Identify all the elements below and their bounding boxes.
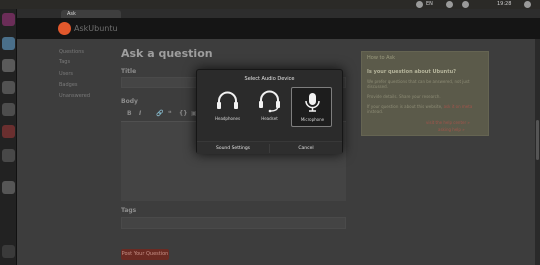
- help-center-link[interactable]: visit the help center »: [426, 120, 470, 125]
- site-logo-text[interactable]: AskUbuntu: [74, 23, 118, 34]
- help-paragraph: If your question is about this website, …: [367, 104, 482, 114]
- browser-icon[interactable]: [2, 59, 15, 72]
- headphones-option[interactable]: Headphones: [207, 87, 248, 127]
- office-icon[interactable]: [2, 81, 15, 94]
- power-icon[interactable]: [524, 1, 531, 8]
- settings-icon[interactable]: [2, 181, 15, 194]
- browser-tab[interactable]: Ask: [61, 10, 121, 18]
- italic-button[interactable]: I: [139, 109, 141, 118]
- microphone-label: Microphone: [300, 117, 325, 122]
- nav-badges[interactable]: Badges: [59, 82, 78, 89]
- mail-icon[interactable]: [462, 1, 469, 8]
- microphone-option[interactable]: Microphone: [291, 87, 332, 127]
- browser-tab-label: Ask: [67, 11, 76, 17]
- nav-users[interactable]: Users: [59, 71, 73, 78]
- code-button[interactable]: {}: [179, 109, 188, 118]
- ask-on-meta-link[interactable]: ask it on meta: [444, 104, 473, 109]
- editor-toolbar: B I 🔗 ❝ {} ▣: [121, 109, 201, 118]
- launcher: [0, 9, 17, 265]
- tags-input[interactable]: [121, 217, 346, 229]
- keyboard-layout-indicator[interactable]: EN: [426, 1, 433, 8]
- microphone-icon: [305, 93, 320, 112]
- title-label: Title: [121, 68, 137, 75]
- files-icon[interactable]: [2, 37, 15, 50]
- trash-icon[interactable]: [2, 245, 15, 258]
- dash-icon[interactable]: [2, 13, 15, 26]
- headset-option[interactable]: Headset: [249, 87, 290, 127]
- sound-settings-button[interactable]: Sound Settings: [197, 142, 269, 155]
- body-label: Body: [121, 98, 138, 105]
- site-header: AskUbuntu: [17, 18, 540, 39]
- dialog-footer: Sound Settings Cancel: [197, 141, 342, 154]
- post-question-button[interactable]: Post Your Question: [121, 249, 169, 260]
- browser-tab-bar: Ask: [17, 9, 540, 18]
- help-paragraph: We prefer questions that can be answered…: [367, 79, 470, 89]
- help-paragraph: Provide details. Share your research.: [367, 94, 441, 99]
- how-to-ask-box: How to Ask Is your question about Ubuntu…: [361, 51, 489, 136]
- select-audio-device-dialog: Select Audio Device Headphones Headset M…: [196, 69, 343, 154]
- page-scrollbar-thumb[interactable]: [536, 120, 539, 160]
- top-panel: EN 19:28: [0, 0, 540, 9]
- clock[interactable]: 19:28: [497, 1, 511, 8]
- help-question: Is your question about Ubuntu?: [367, 69, 457, 75]
- dialog-title: Select Audio Device: [244, 76, 295, 82]
- headset-label: Headset: [261, 116, 278, 121]
- bold-button[interactable]: B: [127, 109, 132, 118]
- ubuntu-logo-icon[interactable]: [58, 22, 71, 35]
- nav-questions[interactable]: Questions: [59, 49, 84, 56]
- ubuntu-one-icon[interactable]: [2, 125, 15, 138]
- help-paragraph-text: instead.: [367, 109, 384, 114]
- headphones-icon: [217, 91, 238, 109]
- link-button[interactable]: 🔗: [156, 109, 163, 118]
- tags-label: Tags: [121, 207, 137, 214]
- sound-icon[interactable]: [446, 1, 453, 8]
- help-title: How to Ask: [367, 55, 396, 61]
- headphones-label: Headphones: [214, 116, 241, 121]
- headset-icon: [259, 90, 280, 113]
- post-question-label: Post Your Question: [121, 251, 169, 257]
- nav-tags[interactable]: Tags: [59, 59, 70, 66]
- nav-unanswered[interactable]: Unanswered: [59, 93, 90, 100]
- software-center-icon[interactable]: [2, 103, 15, 116]
- asking-help-link[interactable]: asking help »: [438, 127, 465, 132]
- page-title: Ask a question: [121, 47, 213, 60]
- cancel-button[interactable]: Cancel: [270, 142, 342, 155]
- network-icon[interactable]: [416, 1, 423, 8]
- blockquote-button[interactable]: ❝: [168, 109, 172, 118]
- terminal-icon[interactable]: [2, 149, 15, 162]
